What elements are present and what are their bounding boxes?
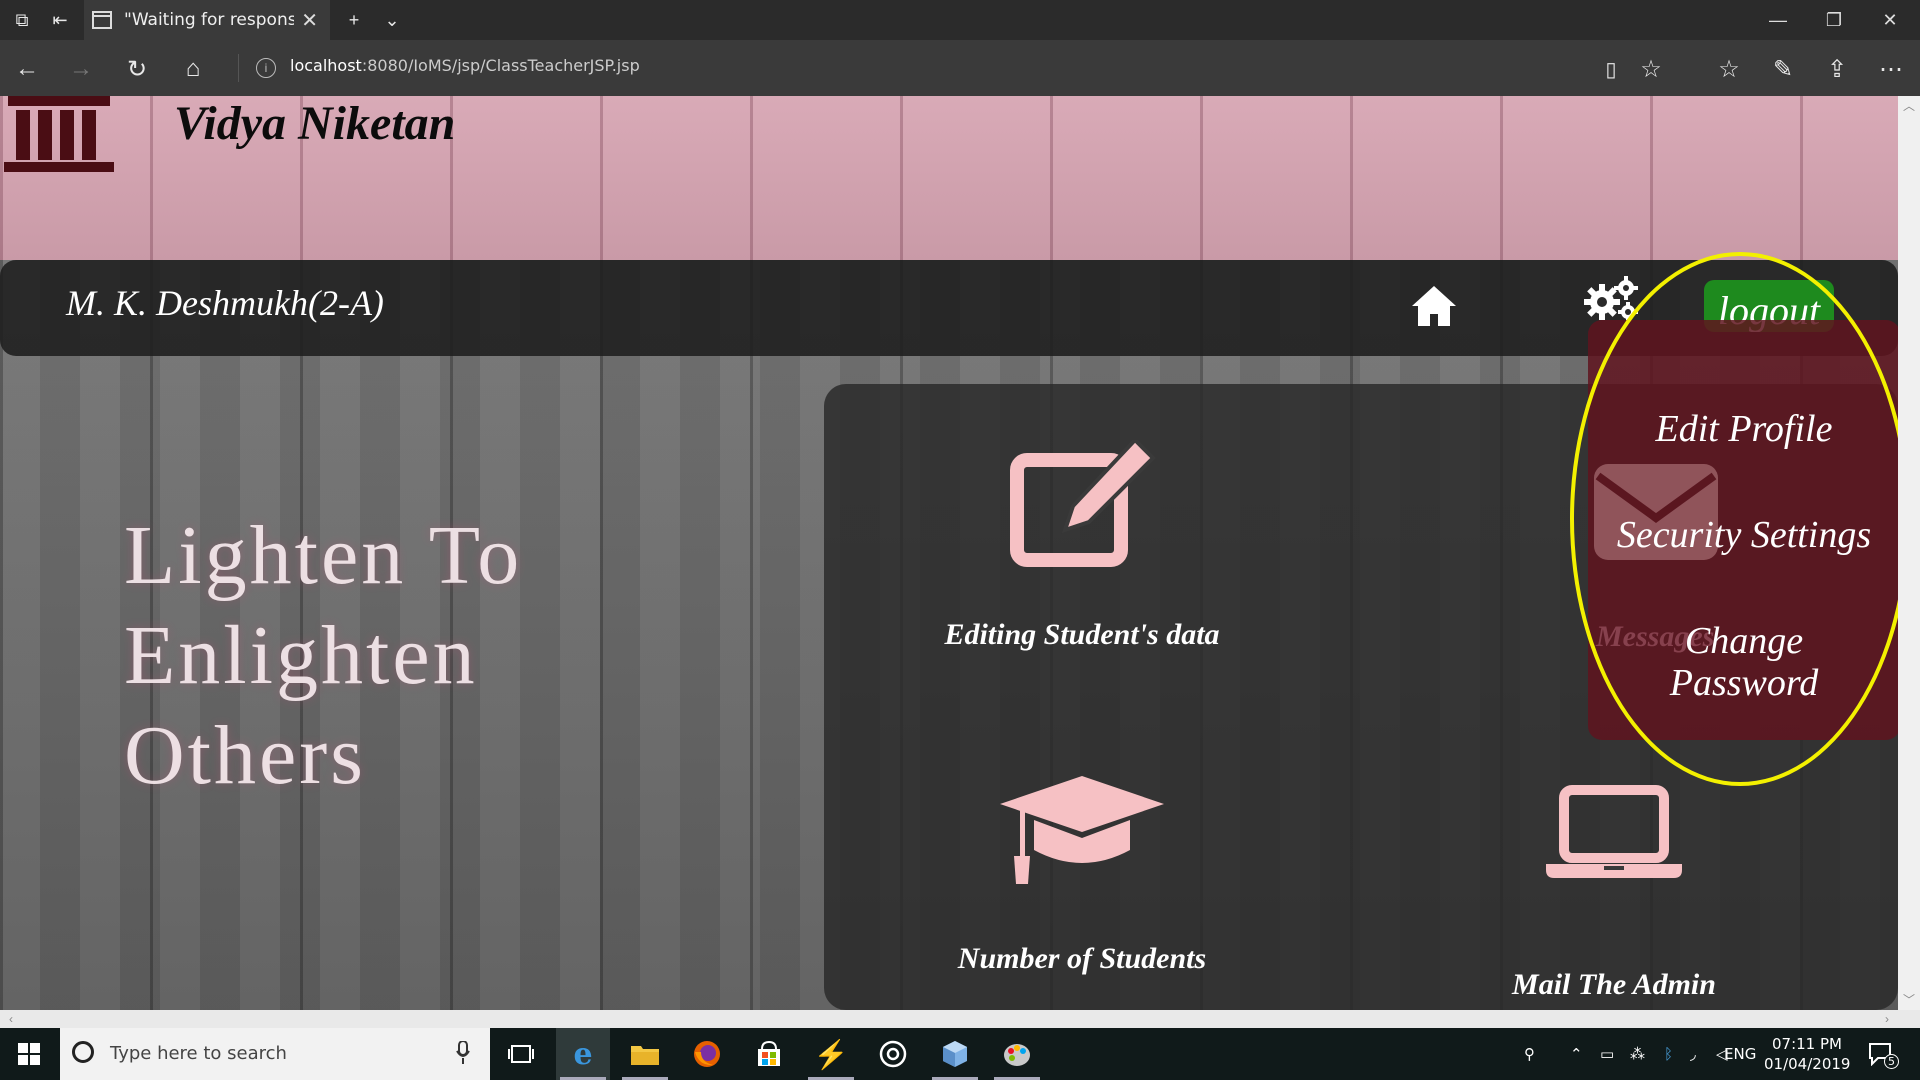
people-icon[interactable]: ⚲	[1524, 1028, 1535, 1080]
battery-icon[interactable]: ▭	[1600, 1028, 1614, 1080]
tagline-line: Others	[124, 709, 366, 802]
tagline: Lighten To Enlighten Others	[124, 506, 522, 806]
browser-tab-bar: ⧉ ⇤ "Waiting for response fr ✕ + ⌄ — ❐ ✕	[0, 0, 1920, 40]
clock[interactable]: 07:11 PM 01/04/2019	[1764, 1034, 1850, 1074]
settings-dropdown: Messages Edit Profile Security Settings …	[1588, 320, 1898, 740]
wifi-icon[interactable]: ◞	[1690, 1028, 1696, 1080]
bluetooth-icon[interactable]: ᛒ	[1664, 1028, 1673, 1080]
scroll-up-icon[interactable]: ︿	[1898, 96, 1920, 116]
store-icon[interactable]	[742, 1028, 796, 1080]
set-aside-tabs-icon[interactable]: ⇤	[46, 6, 74, 34]
nav-separator	[238, 54, 239, 82]
minimize-icon[interactable]: —	[1756, 6, 1800, 34]
address-bar[interactable]: localhost:8080/IoMS/jsp/ClassTeacherJSP.…	[290, 56, 640, 75]
close-window-icon[interactable]: ✕	[1868, 6, 1912, 34]
card-label: Editing Student's data	[944, 618, 1220, 651]
refresh-icon[interactable]: ↻	[120, 52, 154, 86]
network-apps-icon[interactable]: ⁂	[1630, 1028, 1645, 1080]
task-view-icon[interactable]	[494, 1028, 548, 1080]
chevron-down-icon[interactable]: ⌄	[378, 6, 406, 34]
forward-icon[interactable]: →	[64, 52, 98, 86]
menu-item-change-password[interactable]: Change	[1588, 620, 1898, 662]
paint-app-icon[interactable]	[990, 1028, 1044, 1080]
reading-view-icon[interactable]: ▯	[1594, 52, 1628, 86]
file-explorer-icon[interactable]	[618, 1028, 672, 1080]
card-label: Mail The Admin	[1512, 968, 1716, 1001]
taskbar: Type here to search e ⚡ ⚲ ⌃ ▭ ⁂ ᛒ ◞ ◁ EN…	[0, 1028, 1920, 1080]
windows-icon	[18, 1043, 40, 1065]
vertical-scrollbar[interactable]: ︿ ﹀	[1898, 96, 1920, 1010]
scroll-down-icon[interactable]: ﹀	[1898, 990, 1920, 1010]
page-icon	[92, 11, 112, 29]
info-icon[interactable]: i	[256, 58, 276, 78]
card-mail-admin[interactable]: Mail The Admin	[1464, 784, 1764, 1002]
favorites-hub-icon[interactable]: ☆	[1712, 52, 1746, 86]
gears-icon[interactable]	[1582, 276, 1640, 324]
more-icon[interactable]: ⋯	[1874, 52, 1908, 86]
edge-app-icon[interactable]: e	[556, 1028, 610, 1080]
search-placeholder: Type here to search	[110, 1043, 287, 1064]
card-label: Number of Students	[957, 942, 1207, 975]
site-title: Vidya Niketan	[174, 97, 456, 150]
close-tab-icon[interactable]: ✕	[301, 8, 318, 33]
start-button[interactable]	[0, 1028, 58, 1080]
browser-tab[interactable]: "Waiting for response fr ✕	[84, 0, 330, 40]
microphone-icon[interactable]	[456, 1041, 470, 1065]
clock-time: 07:11 PM	[1772, 1035, 1842, 1053]
teacher-name: M. K. Deshmukh(2-A)	[66, 283, 384, 323]
favorite-star-icon[interactable]: ☆	[1634, 52, 1668, 86]
edit-icon	[1010, 440, 1156, 567]
url-host: localhost	[290, 56, 362, 75]
restore-icon[interactable]: ❐	[1812, 6, 1856, 34]
media-app-icon[interactable]	[866, 1028, 920, 1080]
tagline-line: Lighten To	[124, 509, 523, 602]
browser-nav-bar: ← → ↻ ⌂ i localhost:8080/IoMS/jsp/ClassT…	[0, 40, 1920, 96]
home-icon[interactable]: ⌂	[176, 52, 210, 86]
pillars-logo-icon	[4, 96, 114, 172]
pen-icon[interactable]: ✎	[1766, 52, 1800, 86]
share-icon[interactable]: ⇪	[1820, 52, 1854, 86]
lightning-app-icon[interactable]: ⚡	[804, 1028, 858, 1080]
scroll-corner	[1898, 1010, 1920, 1028]
card-edit-student[interactable]: Editing Student's data	[932, 440, 1232, 652]
scroll-left-icon[interactable]: ‹	[0, 1010, 22, 1028]
notification-count: 5	[1884, 1053, 1899, 1069]
tagline-line: Enlighten	[124, 609, 478, 702]
firefox-icon[interactable]	[680, 1028, 734, 1080]
scroll-right-icon[interactable]: ›	[1876, 1010, 1898, 1028]
cortana-icon	[72, 1041, 94, 1063]
tab-title: "Waiting for response fr	[124, 10, 294, 30]
clock-date: 01/04/2019	[1764, 1055, 1851, 1073]
new-tab-icon[interactable]: +	[340, 6, 368, 34]
card-number-students[interactable]: Number of Students	[932, 776, 1232, 976]
home-icon[interactable]	[1410, 284, 1458, 328]
menu-item-change-password[interactable]: Password	[1588, 662, 1898, 704]
laptop-icon	[1546, 785, 1682, 878]
tray-expand-icon[interactable]: ⌃	[1570, 1028, 1583, 1080]
back-icon[interactable]: ←	[10, 52, 44, 86]
horizontal-scrollbar[interactable]: ‹ ›	[0, 1010, 1898, 1028]
language-indicator[interactable]: ENG	[1724, 1028, 1756, 1080]
menu-item-edit-profile[interactable]: Edit Profile	[1588, 408, 1898, 450]
url-path: :8080/IoMS/jsp/ClassTeacherJSP.jsp	[361, 56, 640, 75]
menu-item-security-settings[interactable]: Security Settings	[1588, 514, 1898, 556]
taskbar-search[interactable]: Type here to search	[60, 1028, 490, 1080]
tab-manager-icon[interactable]: ⧉	[8, 6, 36, 34]
header-band: Vidya Niketan	[0, 96, 1898, 260]
action-center-icon[interactable]: 5	[1868, 1028, 1899, 1080]
3d-viewer-icon[interactable]	[928, 1028, 982, 1080]
page-viewport: Vidya Niketan M. K. Deshmukh(2-A) logout…	[0, 96, 1898, 1010]
graduation-cap-icon	[1000, 776, 1164, 884]
